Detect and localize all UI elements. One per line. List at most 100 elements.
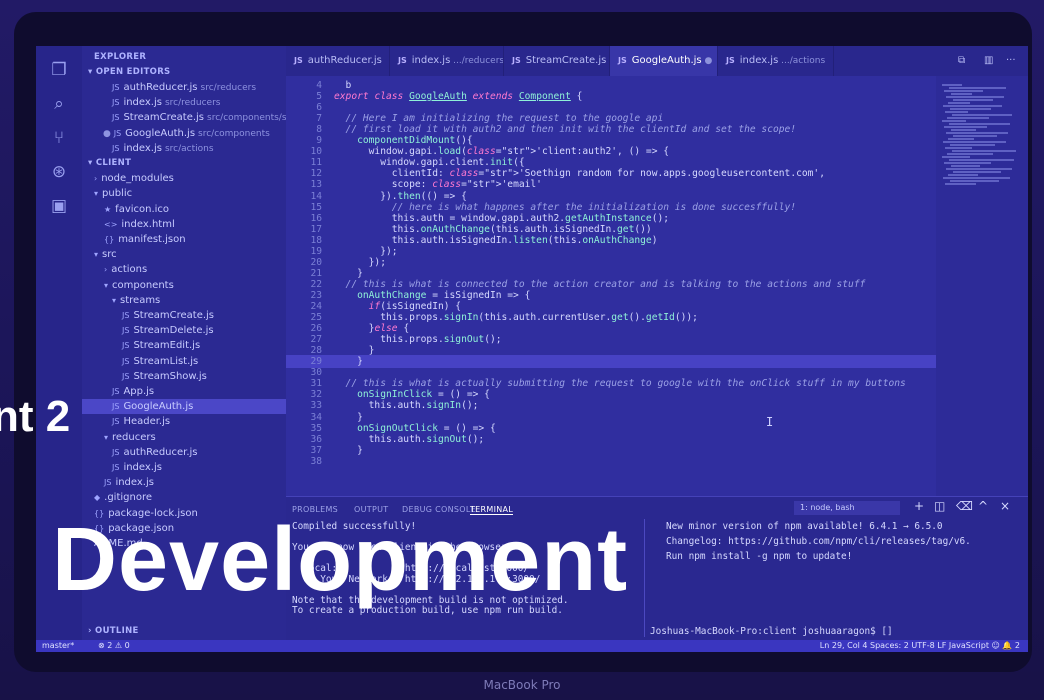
minimap-line <box>944 90 983 92</box>
code-line: // this is what is actually submitting t… <box>334 378 906 390</box>
minimap[interactable] <box>936 76 1028 496</box>
terminal-line: Joshuas-MacBook-Pro:client joshuaaragon$… <box>650 626 893 637</box>
explorer-tree-item[interactable]: JS App.js <box>82 384 316 399</box>
file-type-icon: ▾ <box>104 280 109 290</box>
minimap-line <box>947 153 993 155</box>
minimap-line <box>942 120 966 122</box>
editor-tab[interactable]: JS authReducer.js <box>286 46 390 76</box>
minimap-line <box>953 171 1001 173</box>
extensions-icon[interactable]: ▣ <box>49 196 69 216</box>
line-number: 6 <box>316 102 322 114</box>
code-line: this.onAuthChange(this.auth.isSignedIn.g… <box>334 223 652 235</box>
tree-item-name: index.js <box>123 462 162 473</box>
explorer-tree-item[interactable]: › actions <box>82 262 308 277</box>
line-number: 13 <box>310 179 322 191</box>
tree-item-name: src <box>102 249 117 261</box>
explorer-tree-item[interactable]: JSGoogleAuth.js2 <box>82 399 316 415</box>
explorer-tree-item[interactable]: ▾ reducers <box>82 430 308 445</box>
code-line: }).then(() => { <box>334 190 467 202</box>
file-type-icon: JS <box>122 311 130 320</box>
file-path: src/reducers <box>164 98 221 109</box>
close-icon[interactable]: × <box>1000 499 1010 513</box>
minimap-line <box>945 147 972 149</box>
code-line: // Here I am initializing the request to… <box>334 113 664 125</box>
explorer-tree-item[interactable]: ▾ public <box>82 186 298 201</box>
code-line: onSignOutClick = () => { <box>357 422 496 434</box>
file-type-icon: ▾ <box>94 189 99 199</box>
code-line: this.auth.signOut(); <box>334 433 485 445</box>
code-line: }); <box>334 256 386 268</box>
explorer-tree-item[interactable]: JS authReducer.js <box>82 445 316 460</box>
open-editor-item[interactable]: ● JSGoogleAuth.jssrc/components2 <box>82 126 304 141</box>
split-terminal-icon[interactable]: ◫ <box>934 499 945 513</box>
source-control-icon[interactable]: ⑂ <box>49 128 69 148</box>
minimap-line <box>942 156 970 158</box>
file-type-icon: <> <box>104 219 118 229</box>
more-icon[interactable]: ··· <box>1002 46 1028 76</box>
minimap-line <box>949 87 1006 89</box>
explorer-tree-item[interactable]: JS index.js <box>82 460 316 475</box>
editor-tab[interactable]: JS index.js .../reducers <box>390 46 504 76</box>
trash-icon[interactable]: ⌫ <box>956 499 973 513</box>
minimap-line <box>951 129 976 131</box>
line-number: 33 <box>310 400 322 412</box>
tab-path: .../actions <box>778 56 826 66</box>
minimap-line <box>949 123 1010 125</box>
explorer-tree-item[interactable]: JS index.js <box>82 475 308 490</box>
explorer-tree-item[interactable]: ★ favicon.ico <box>82 202 308 217</box>
line-number: 15 <box>310 201 322 213</box>
explorer-tree-item[interactable]: <> index.html <box>82 217 308 232</box>
explorer-tree-item[interactable]: ▾ src <box>82 247 298 262</box>
file-type-icon: JS <box>113 128 122 138</box>
editor-tab[interactable]: JS index.js .../actions <box>718 46 834 76</box>
code-line: clientId: class="str">'Soethign random f… <box>334 168 825 180</box>
line-number: 12 <box>310 168 322 180</box>
minimap-line <box>947 117 989 119</box>
outline-header[interactable]: › OUTLINE <box>82 624 292 639</box>
open-editor-item[interactable]: JS authReducer.js src/reducers <box>82 80 316 95</box>
code-line: export class GoogleAuth extends Componen… <box>334 91 583 103</box>
minimap-line <box>951 165 980 167</box>
open-editor-item[interactable]: JS StreamCreate.js src/components/strea... <box>82 110 316 125</box>
terminal-select[interactable]: 1: node, bash <box>794 501 900 515</box>
open-editors-header[interactable]: ▾ OPEN EDITORS <box>82 65 292 80</box>
client-folder-header[interactable]: ▾ CLIENT <box>82 156 292 171</box>
line-number: 38 <box>310 455 322 467</box>
file-name: GoogleAuth.js <box>125 127 196 139</box>
explorer-tree-item[interactable]: {} manifest.json <box>82 232 308 247</box>
code-line: } <box>334 356 363 368</box>
explorer-tree-item[interactable]: JS Header.js <box>82 414 316 429</box>
modified-dot-icon: ● <box>103 128 114 139</box>
minimap-line <box>950 144 995 146</box>
status-right[interactable]: Ln 29, Col 4 Spaces: 2 UTF-8 LF JavaScri… <box>820 640 1020 652</box>
problems-count[interactable]: ⊗ 2 ⚠ 0 <box>98 640 130 652</box>
minimap-line <box>948 102 970 104</box>
minimap-line <box>946 168 1012 170</box>
file-type-icon: JS <box>122 326 130 336</box>
chevron-up-icon[interactable]: ^ <box>978 499 988 513</box>
code-line: this.auth.signIn(); <box>334 400 479 412</box>
search-icon[interactable]: ⌕ <box>49 94 69 114</box>
line-number: 19 <box>310 245 322 257</box>
tree-item-name: StreamShow.js <box>133 370 207 382</box>
open-editor-item[interactable]: JS index.js src/actions <box>82 141 316 156</box>
code-line: window.gapi.client.init({ <box>334 157 525 169</box>
minimap-line <box>948 174 978 176</box>
editor-tab[interactable]: JS StreamCreate.js <box>504 46 610 76</box>
files-icon[interactable]: ❐ <box>49 60 69 80</box>
line-number: 26 <box>310 323 322 335</box>
git-branch[interactable]: master* <box>42 640 74 652</box>
code-editor[interactable]: 4 b 5 export class GoogleAuth extends Comp… <box>286 76 1028 496</box>
explorer-tree-item[interactable]: › node_modules <box>82 171 298 186</box>
open-editor-item[interactable]: JS index.js src/reducers <box>82 95 316 110</box>
explorer-tree-item[interactable]: ▾ components <box>82 278 308 293</box>
explorer-tree-item[interactable]: ◆ .gitignore <box>82 490 298 505</box>
editor-tab[interactable]: JS GoogleAuth.js ● <box>610 46 718 76</box>
split-editor-icon[interactable]: ⧉ <box>954 46 980 76</box>
explorer-tree-item[interactable]: ▾ streams <box>82 293 316 308</box>
file-type-icon: JS <box>294 56 303 65</box>
add-terminal-icon[interactable]: + <box>914 499 924 513</box>
photo-frame: ❐ ⌕ ⑂ ⊛ ▣ EXPLORER ▾ OPEN EDITORS JS authRe… <box>0 0 1044 700</box>
debug-icon[interactable]: ⊛ <box>49 162 69 182</box>
code-line: componentDidMount(){ <box>357 135 473 147</box>
